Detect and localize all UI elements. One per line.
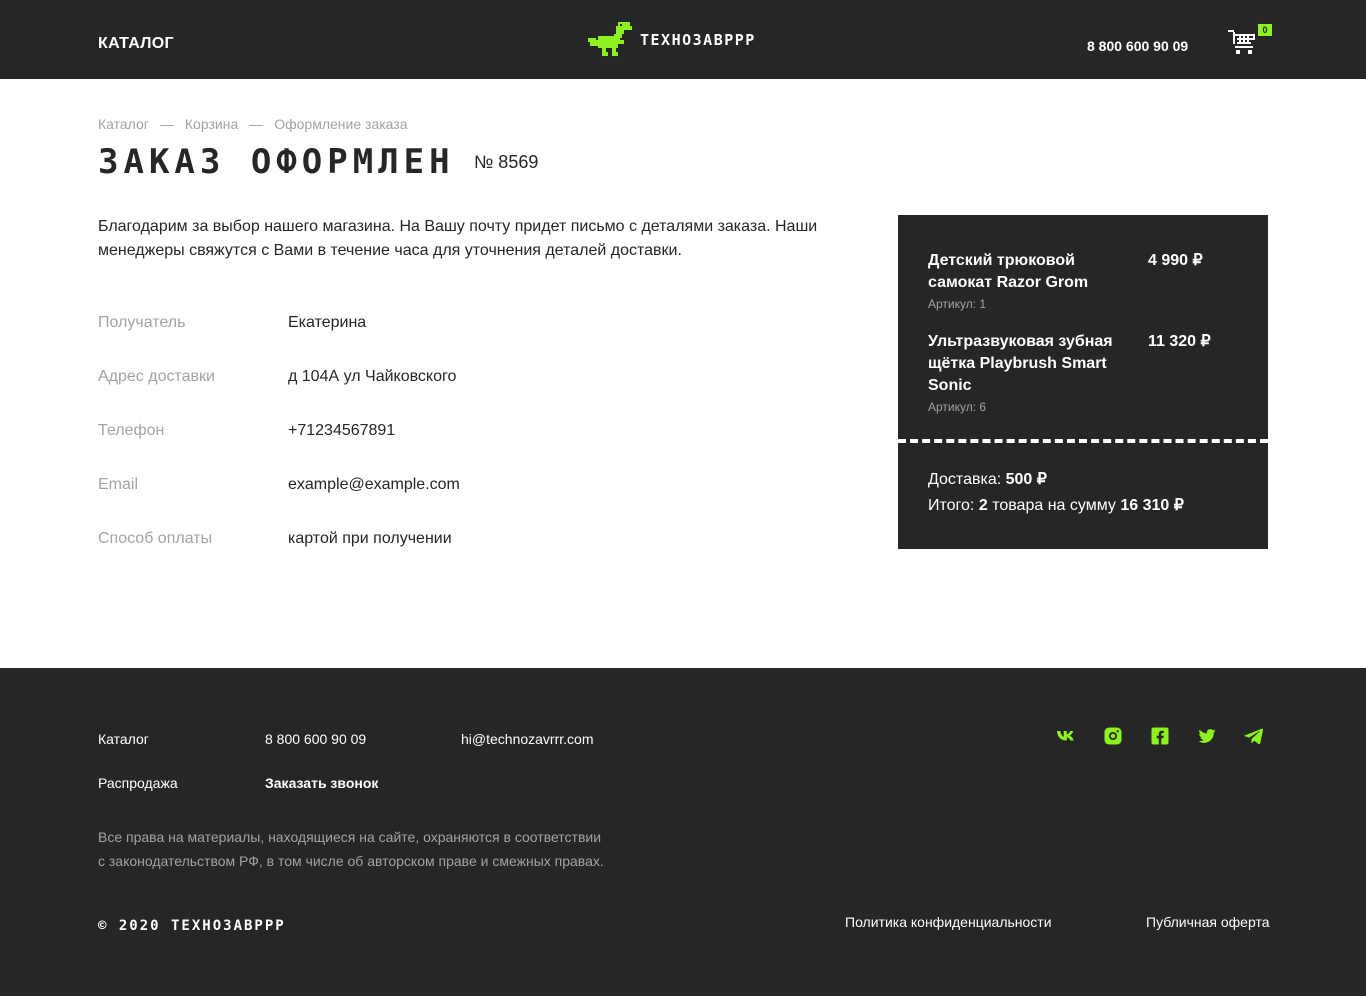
legal-line: с законодательством РФ, в том числе об а… bbox=[98, 853, 604, 869]
site-footer: Каталог Распродажа 8 800 600 90 09 Заказ… bbox=[0, 668, 1366, 996]
detail-row-email: Email example@example.com bbox=[98, 476, 698, 530]
detail-label: Способ оплаты bbox=[98, 530, 213, 547]
order-details: Получатель Екатерина Адрес доставки д 10… bbox=[98, 314, 698, 584]
summary-totals: Доставка: 500 ₽ Итого: 2 товара на сумму… bbox=[928, 467, 1184, 519]
total-count: 2 bbox=[978, 497, 988, 514]
summary-item-article: Артикул: 6 bbox=[928, 400, 987, 414]
copyright: © 2020 ТЕХНОЗАВРРР bbox=[98, 918, 286, 934]
total-line: Итого: 2 товара на сумму 16 310 ₽ bbox=[928, 493, 1184, 519]
detail-label: Получатель bbox=[98, 314, 186, 331]
footer-phone-link[interactable]: 8 800 600 90 09 bbox=[265, 731, 366, 747]
page-title: ЗАКАЗ ОФОРМЛЕН bbox=[98, 142, 455, 182]
total-value: 16 310 ₽ bbox=[1120, 497, 1184, 514]
breadcrumb-separator: — bbox=[249, 116, 264, 132]
header-phone-link[interactable]: 8 800 600 90 09 bbox=[1087, 38, 1188, 54]
logo[interactable]: ТЕХНОЗАВРРР bbox=[588, 22, 756, 56]
cart-button[interactable]: 0 bbox=[1228, 24, 1272, 54]
breadcrumb-current: Оформление заказа bbox=[274, 116, 408, 132]
summary-item-name[interactable]: Детский трюковой самокат Razor Grom bbox=[928, 250, 1118, 294]
detail-value: д 104А ул Чайковского bbox=[288, 368, 457, 385]
breadcrumb-catalog[interactable]: Каталог bbox=[98, 116, 149, 132]
telegram-icon[interactable] bbox=[1244, 726, 1264, 746]
callback-button[interactable]: Заказать звонок bbox=[265, 775, 378, 791]
breadcrumb-cart[interactable]: Корзина bbox=[185, 116, 238, 132]
total-prefix: Итого: bbox=[928, 497, 975, 514]
detail-row-address: Адрес доставки д 104А ул Чайковского bbox=[98, 368, 698, 422]
detail-value: example@example.com bbox=[288, 476, 460, 493]
detail-row-recipient: Получатель Екатерина bbox=[98, 314, 698, 368]
cart-count-badge: 0 bbox=[1258, 24, 1272, 36]
footer-sale-link[interactable]: Распродажа bbox=[98, 775, 178, 791]
dinosaur-icon bbox=[588, 22, 632, 56]
order-number: № 8569 bbox=[474, 152, 539, 172]
cart-icon bbox=[1228, 30, 1255, 54]
detail-value: картой при получении bbox=[288, 530, 452, 547]
footer-email-link[interactable]: hi@technozavrrr.com bbox=[461, 731, 593, 747]
thank-you-message: Благодарим за выбор нашего магазина. На … bbox=[98, 218, 818, 259]
detail-row-phone: Телефон +71234567891 bbox=[98, 422, 698, 476]
delivery-line: Доставка: 500 ₽ bbox=[928, 467, 1184, 493]
summary-item-price: 4 990 ₽ bbox=[1148, 252, 1203, 269]
site-header: КАТАЛОГ ТЕХНОЗАВРРР 8 800 600 90 09 0 bbox=[0, 0, 1366, 79]
legal-notice: Все права на материалы, находящиеся на с… bbox=[98, 825, 604, 873]
order-summary: Детский трюковой самокат Razor Grom 4 99… bbox=[898, 215, 1268, 549]
breadcrumb: Каталог — Корзина — Оформление заказа bbox=[98, 116, 408, 132]
instagram-icon[interactable] bbox=[1103, 726, 1123, 746]
summary-item-name[interactable]: Ультразвуковая зубная щётка Playbrush Sm… bbox=[928, 331, 1118, 397]
header-catalog-link[interactable]: КАТАЛОГ bbox=[98, 35, 174, 53]
footer-catalog-link[interactable]: Каталог bbox=[98, 731, 149, 747]
public-offer-link[interactable]: Публичная оферта bbox=[1146, 914, 1270, 930]
detail-value: Екатерина bbox=[288, 314, 367, 331]
logo-text: ТЕХНОЗАВРРР bbox=[640, 31, 756, 49]
detail-label: Адрес доставки bbox=[98, 368, 215, 385]
breadcrumb-separator: — bbox=[159, 116, 174, 132]
summary-divider bbox=[898, 439, 1268, 443]
facebook-icon[interactable] bbox=[1150, 726, 1170, 746]
social-links bbox=[1056, 726, 1264, 746]
delivery-value: 500 ₽ bbox=[1005, 471, 1047, 488]
total-middle: товара на сумму bbox=[992, 497, 1116, 514]
twitter-icon[interactable] bbox=[1197, 726, 1217, 746]
delivery-label: Доставка: bbox=[928, 471, 1002, 488]
detail-label: Email bbox=[98, 476, 139, 493]
detail-label: Телефон bbox=[98, 422, 165, 439]
summary-item-article: Артикул: 1 bbox=[928, 297, 987, 311]
summary-item-price: 11 320 ₽ bbox=[1148, 333, 1211, 350]
legal-line: Все права на материалы, находящиеся на с… bbox=[98, 829, 602, 845]
vk-icon[interactable] bbox=[1056, 726, 1076, 746]
detail-row-payment: Способ оплаты картой при получении bbox=[98, 530, 698, 584]
detail-value: +71234567891 bbox=[288, 422, 396, 439]
privacy-policy-link[interactable]: Политика конфиденциальности bbox=[845, 914, 1052, 930]
